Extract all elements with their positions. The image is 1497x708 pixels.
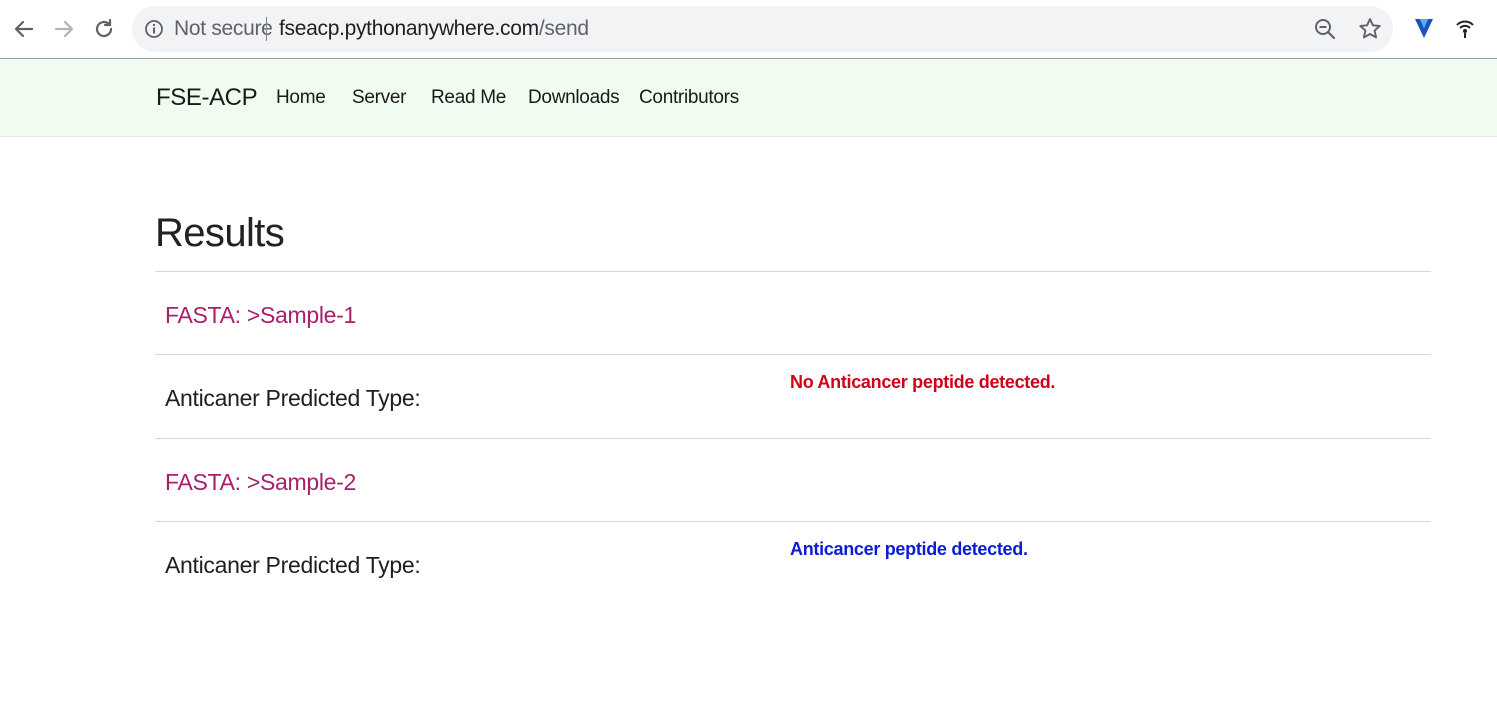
extension-v-icon[interactable] (1412, 16, 1436, 42)
omnibox-divider (266, 17, 267, 41)
nav-link-downloads[interactable]: Downloads (528, 86, 620, 110)
browser-toolbar: Not secure fseacp.pythonanywhere.com/sen… (0, 0, 1497, 59)
divider (155, 271, 1431, 272)
url-text[interactable]: fseacp.pythonanywhere.com/send (279, 18, 589, 40)
prediction-value: No Anticancer peptide detected. (790, 372, 1056, 392)
reload-button[interactable] (90, 12, 118, 46)
nav-link-server[interactable]: Server (352, 86, 406, 110)
back-arrow-icon (14, 20, 34, 38)
url-path: /send (538, 17, 589, 40)
extension-wifi-icon[interactable] (1453, 16, 1477, 42)
divider (155, 438, 1431, 439)
prediction-label: Anticaner Predicted Type: (165, 385, 421, 411)
info-icon[interactable] (144, 19, 164, 39)
site-navbar: FSE-ACP Home Server Read Me Downloads Co… (0, 60, 1497, 137)
prediction-label: Anticaner Predicted Type: (165, 552, 421, 578)
page-title: Results (155, 211, 285, 255)
star-icon[interactable] (1357, 16, 1383, 42)
forward-arrow-icon (54, 20, 74, 38)
forward-button[interactable] (50, 12, 78, 46)
security-label: Not secure (174, 17, 273, 40)
nav-link-home[interactable]: Home (276, 86, 326, 110)
zoom-out-icon[interactable] (1312, 16, 1338, 42)
divider (155, 354, 1431, 355)
prediction-value: Anticancer peptide detected. (790, 539, 1028, 559)
fasta-label: FASTA: >Sample-2 (165, 469, 356, 495)
url-host: fseacp.pythonanywhere.com (279, 17, 539, 40)
address-bar[interactable]: Not secure fseacp.pythonanywhere.com/sen… (132, 6, 1393, 52)
fasta-label: FASTA: >Sample-1 (165, 302, 356, 328)
nav-link-read-me[interactable]: Read Me (431, 86, 506, 110)
back-button[interactable] (10, 12, 38, 46)
brand-link[interactable]: FSE-ACP (156, 84, 258, 112)
divider (155, 521, 1431, 522)
reload-icon (95, 18, 113, 38)
nav-link-contributors[interactable]: Contributors (639, 86, 739, 110)
